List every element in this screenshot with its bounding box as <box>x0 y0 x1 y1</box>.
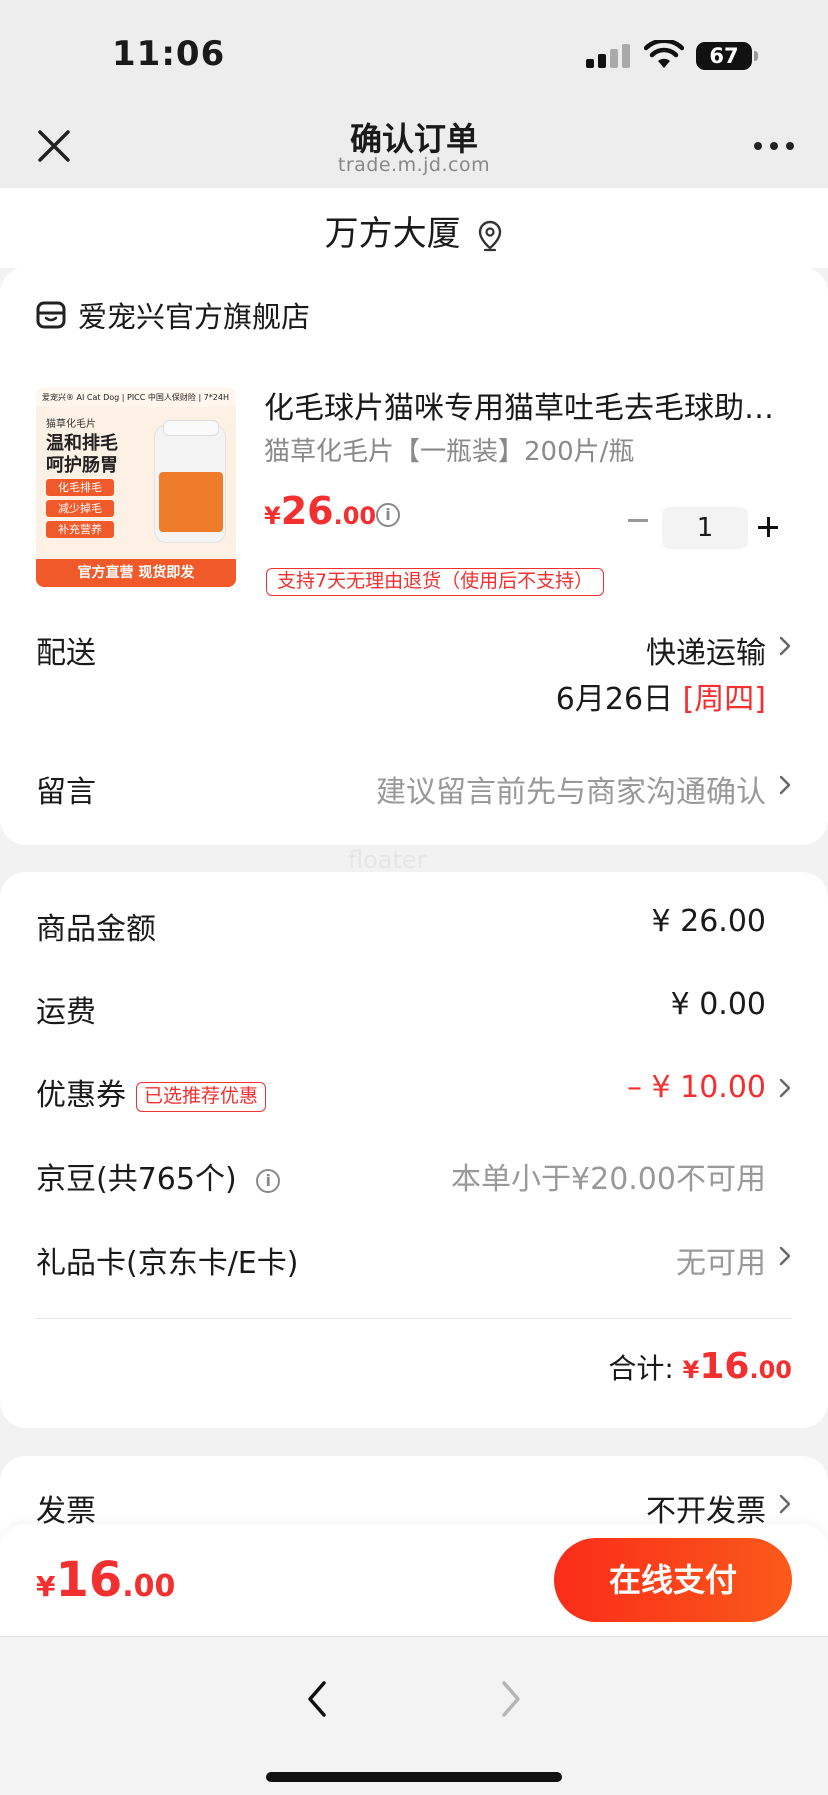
jd-beans-row: 京豆(共765个) i <box>36 1154 281 1198</box>
product-image-tag: 减少掉毛 <box>46 500 114 517</box>
order-item-card: 爱宠兴官方旗舰店 爱宠兴® AI Cat Dog | PICC 中国人保财险 |… <box>0 267 828 845</box>
message-input[interactable]: 建议留言前先与商家沟通确认 <box>376 767 766 811</box>
forward-arrow-icon[interactable] <box>492 1679 528 1719</box>
more-icon[interactable] <box>754 142 794 152</box>
checkout-total: ¥16.00 <box>36 1552 176 1608</box>
product-price: ¥26.00 <box>264 489 377 533</box>
battery-icon: 67 <box>696 42 752 70</box>
battery-tip <box>754 51 758 61</box>
shop-name: 爱宠兴官方旗舰店 <box>78 300 311 334</box>
product-image-topline: 爱宠兴® AI Cat Dog | PICC 中国人保财险 | 7*24H <box>36 387 236 407</box>
jd-beans-value: 本单小于¥20.00不可用 <box>451 1162 766 1197</box>
goods-amount-value: ¥ 26.00 <box>651 904 766 939</box>
gift-card-label: 礼品卡(京东卡/E卡) <box>36 1246 299 1281</box>
back-arrow-icon[interactable] <box>300 1679 336 1719</box>
product-image-category: 猫草化毛片 <box>46 419 96 430</box>
chevron-right-icon[interactable] <box>778 1245 792 1267</box>
goods-amount-label: 商品金额 <box>36 912 156 947</box>
total-row: 合计: ¥16.00 <box>608 1346 792 1387</box>
product-image-tag: 化毛排毛 <box>46 479 114 496</box>
delivery-date: 6月26日 [周四] <box>555 682 766 717</box>
product-spec[interactable]: 猫草化毛片【一瓶装】200片/瓶 <box>264 431 634 468</box>
watermark: floater <box>348 846 427 874</box>
coupon-value[interactable]: – ¥ 10.00 <box>627 1070 766 1105</box>
coupon-label: 优惠券 <box>36 1078 126 1113</box>
nav-bar: 确认订单 trade.m.jd.com <box>0 104 828 188</box>
product-title[interactable]: 化毛球片猫咪专用猫草吐毛去毛球助… <box>264 383 794 427</box>
status-bar: 11:06 67 <box>0 0 828 104</box>
quantity-decrease-button[interactable] <box>624 505 652 522</box>
location-pin-icon <box>479 220 502 251</box>
product-image[interactable]: 爱宠兴® AI Cat Dog | PICC 中国人保财险 | 7*24H 猫草… <box>36 387 236 587</box>
pay-online-button[interactable]: 在线支付 <box>554 1538 792 1622</box>
chevron-right-icon[interactable] <box>778 774 792 796</box>
delivery-method[interactable]: 快递运输 <box>646 628 766 672</box>
quantity-value[interactable]: 1 <box>662 507 748 549</box>
chevron-right-icon[interactable] <box>778 1077 792 1099</box>
product-bottle-graphic <box>154 420 226 543</box>
page-url: trade.m.jd.com <box>337 154 491 176</box>
beans-info-icon[interactable]: i <box>256 1168 281 1193</box>
checkout-bar: ¥16.00 在线支付 <box>0 1524 828 1636</box>
status-time: 11:06 <box>112 34 226 74</box>
product-image-banner: 官方直营 现货即发 <box>36 559 236 587</box>
address-text: 万方大厦 <box>324 214 461 254</box>
signal-icon <box>586 44 630 68</box>
delivery-label: 配送 <box>36 636 96 671</box>
coupon-row[interactable]: 优惠券 已选推荐优惠 <box>36 1070 267 1114</box>
product-image-tag: 补充营养 <box>46 521 114 538</box>
product-image-headline: 温和排毛 呵护肠胃 <box>46 433 118 476</box>
coupon-badge: 已选推荐优惠 <box>136 1081 267 1112</box>
price-summary-card: 商品金额 ¥ 26.00 运费 ¥ 0.00 优惠券 已选推荐优惠 – ¥ 10.… <box>0 872 828 1428</box>
total-amount: ¥16.00 <box>682 1346 792 1387</box>
return-policy-badge: 支持7天无理由退货（使用后不支持） <box>266 568 605 596</box>
jd-beans-label: 京豆(共765个) <box>36 1162 237 1197</box>
total-label: 合计: <box>608 1352 674 1385</box>
address-bar[interactable]: 万方大厦 <box>0 188 828 268</box>
price-info-icon[interactable]: i <box>376 503 400 527</box>
delivery-weekday: [周四] <box>682 682 766 717</box>
chevron-right-icon[interactable] <box>778 1493 792 1515</box>
shipping-fee-value: ¥ 0.00 <box>670 987 766 1022</box>
shop-row[interactable]: 爱宠兴官方旗舰店 <box>36 295 310 335</box>
quantity-increase-button[interactable] <box>756 515 782 541</box>
gift-card-value[interactable]: 无可用 <box>676 1238 766 1282</box>
shipping-fee-label: 运费 <box>36 995 96 1030</box>
divider <box>36 1318 792 1319</box>
chevron-right-icon[interactable] <box>778 635 792 657</box>
home-indicator[interactable] <box>266 1772 562 1782</box>
wifi-icon <box>644 40 684 68</box>
message-label: 留言 <box>36 775 96 810</box>
shop-icon <box>36 301 66 329</box>
